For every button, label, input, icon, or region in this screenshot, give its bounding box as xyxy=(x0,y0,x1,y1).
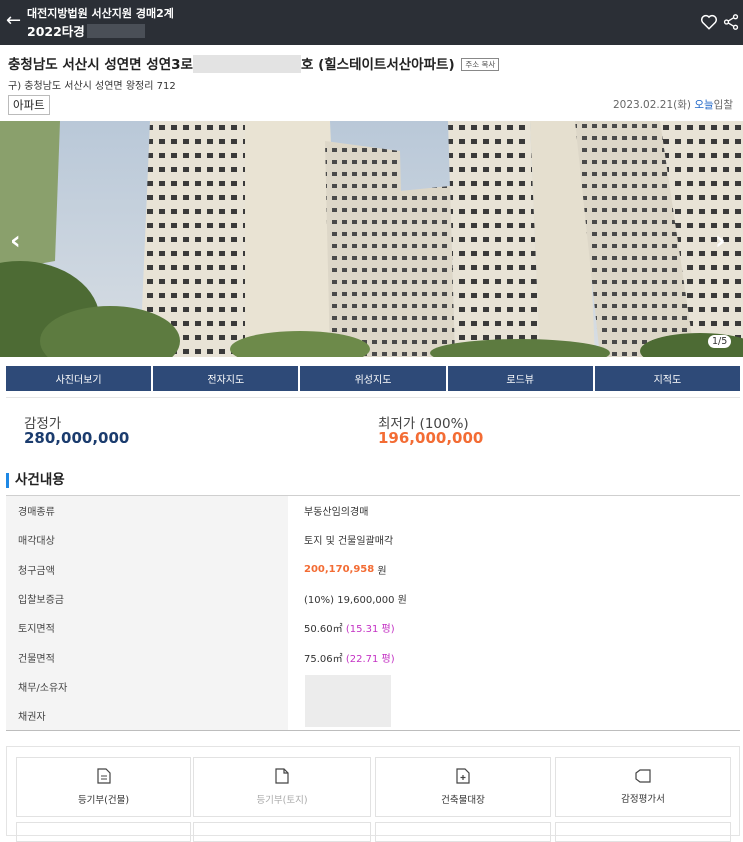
table-row: 토지면적 50.60㎡ (15.31 평) xyxy=(6,613,740,643)
case-number-mask xyxy=(86,24,145,38)
top-app-bar: ← 대전지방법원 서산지원 경매2계 2022타경 xyxy=(0,0,743,45)
case-number: 2022타경 xyxy=(27,21,145,40)
today-label: 오늘 xyxy=(694,99,714,111)
tab-cadastral[interactable]: 지적도 xyxy=(594,366,741,391)
document-icon xyxy=(96,768,111,784)
table-row: 건물면적 75.06㎡ (22.71 평) xyxy=(6,642,740,672)
row-label: 입찰보증금 xyxy=(6,583,288,614)
claim-unit: 원 xyxy=(377,565,387,577)
case-number-prefix: 2022타경 xyxy=(27,24,85,39)
back-arrow-icon[interactable]: ← xyxy=(6,10,26,32)
divider xyxy=(6,397,740,398)
address-text: 충청남도 서산시 성연면 성연3로 xyxy=(8,57,193,73)
document-panel: 등기부(건물) 등기부(토지) 건축물대장 감정평가서 xyxy=(6,746,740,842)
map-tabs: 사진더보기 전자지도 위성지도 로드뷰 지적도 xyxy=(6,366,741,391)
court-name: 대전지방법원 서산지원 경매2계 xyxy=(27,7,174,20)
share-icon[interactable] xyxy=(722,13,740,31)
row-label: 건물면적 xyxy=(6,642,288,672)
property-address: 충청남도 서산시 성연면 성연3로 호 (힐스테이트서산아파트) 주소 복사 xyxy=(8,53,500,73)
file-icon xyxy=(275,768,289,784)
doc-label: 감정평가서 xyxy=(621,794,665,805)
table-row: 매각대상 토지 및 건물일괄매각 xyxy=(6,525,740,555)
row-value: 토지 및 건물일괄매각 xyxy=(304,536,394,548)
row-label: 채무/소유자 xyxy=(6,671,288,702)
table-row: 청구금액 200,170,958 원 xyxy=(6,554,740,584)
doc-label: 등기부(건물) xyxy=(77,795,130,806)
doc-building-register[interactable]: 등기부(건물) xyxy=(16,757,191,817)
copy-address-button[interactable]: 주소 복사 xyxy=(461,58,500,71)
chevron-right-icon[interactable]: › xyxy=(715,226,726,256)
auction-date: 2023.02.21(화) 오늘입찰 xyxy=(613,97,733,112)
row-value: 200,170,958 원 xyxy=(288,555,740,584)
owner-creditor-mask xyxy=(305,675,391,727)
apartment-photo-image xyxy=(0,121,743,357)
file-plus-icon xyxy=(456,768,470,784)
chevron-left-icon[interactable]: ‹ xyxy=(10,226,21,256)
land-area-value: 50.60㎡ xyxy=(304,624,343,636)
row-value: (10%) 19,600,000 원 xyxy=(304,595,407,607)
case-section-title: 사건내용 xyxy=(6,473,65,488)
row-value: 75.06㎡ (22.71 평) xyxy=(288,642,740,671)
doc-cell[interactable] xyxy=(193,822,371,842)
old-address: 구) 충청남도 서산시 성연면 왕정리 712 xyxy=(8,81,176,92)
doc-label: 건축물대장 xyxy=(441,795,485,806)
doc-building-ledger[interactable]: 건축물대장 xyxy=(375,757,551,817)
doc-cell[interactable] xyxy=(16,822,191,842)
address-mask xyxy=(192,55,301,73)
minimum-price-value: 196,000,000 xyxy=(378,429,484,447)
bid-label: 입찰 xyxy=(713,99,733,111)
row-value: 부동산임의경매 xyxy=(304,507,369,519)
row-label: 채권자 xyxy=(6,701,288,731)
row-label: 청구금액 xyxy=(6,554,288,584)
tab-photos[interactable]: 사진더보기 xyxy=(6,366,152,391)
doc-cell[interactable] xyxy=(375,822,551,842)
doc-land-register[interactable]: 등기부(토지) xyxy=(193,757,371,817)
property-photo[interactable]: ‹ › 1/5 xyxy=(0,121,743,357)
land-area-pyeong: (15.31 평) xyxy=(345,624,395,636)
doc-appraisal-report[interactable]: 감정평가서 xyxy=(555,757,731,817)
address-suffix: 호 (힐스테이트서산아파트) xyxy=(300,57,455,73)
row-value: 50.60㎡ (15.31 평) xyxy=(288,613,740,642)
row-label: 매각대상 xyxy=(6,525,288,555)
heart-icon[interactable] xyxy=(700,13,718,31)
tab-roadview[interactable]: 로드뷰 xyxy=(447,366,593,391)
table-row: 입찰보증금 (10%) 19,600,000 원 xyxy=(6,583,740,614)
appraisal-value: 280,000,000 xyxy=(24,429,130,447)
building-area-pyeong: (22.71 평) xyxy=(345,653,395,665)
doc-cell[interactable] xyxy=(555,822,731,842)
claim-amount: 200,170,958 xyxy=(304,563,375,575)
row-label: 토지면적 xyxy=(6,613,288,643)
tab-map[interactable]: 전자지도 xyxy=(153,366,299,391)
property-type-badge: 아파트 xyxy=(8,95,50,115)
building-area-value: 75.06㎡ xyxy=(304,653,343,665)
date-text: 2023.02.21(화) xyxy=(613,99,691,111)
tag-icon xyxy=(635,769,651,783)
table-row: 경매종류 부동산임의경매 xyxy=(6,496,740,526)
photo-counter: 1/5 xyxy=(708,335,732,348)
tab-satellite[interactable]: 위성지도 xyxy=(300,366,446,391)
row-label: 경매종류 xyxy=(6,496,288,526)
doc-label: 등기부(토지) xyxy=(256,795,308,806)
